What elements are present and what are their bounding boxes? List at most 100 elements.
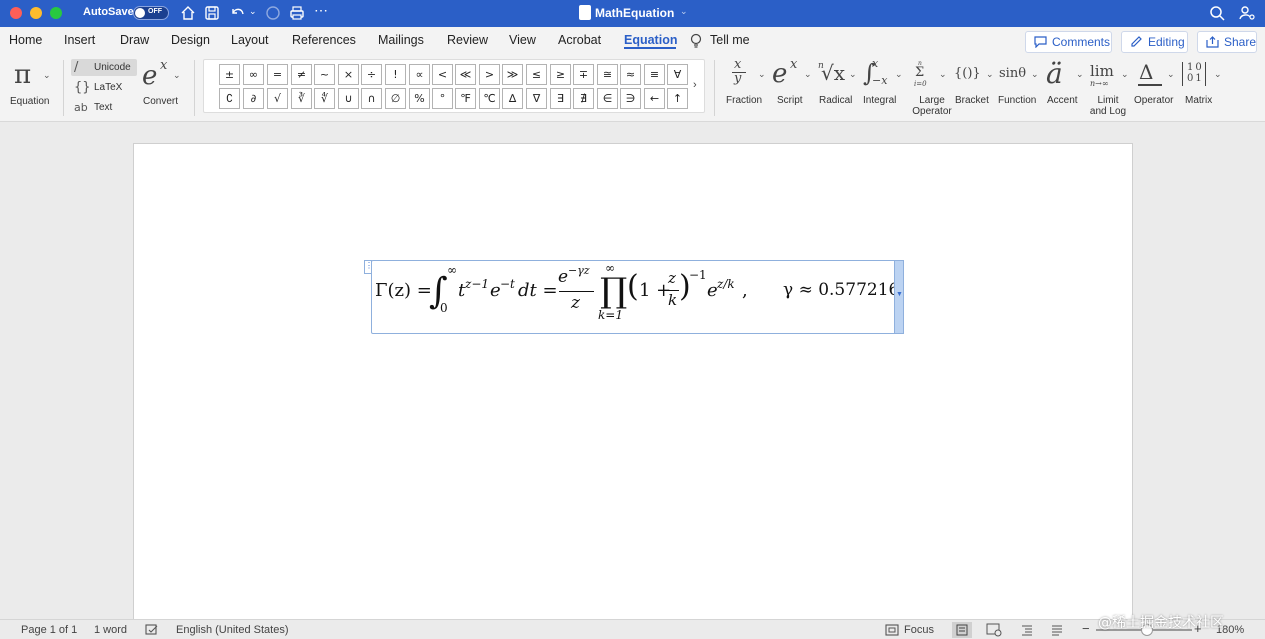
insert-equation-button[interactable]: π ⌄ Equation bbox=[6, 58, 56, 118]
large-operator-button[interactable]: n Σ i=0 ⌄ Large Operator bbox=[906, 57, 952, 117]
editing-button[interactable]: Editing bbox=[1121, 31, 1188, 53]
symbol-up-arrow[interactable]: ↑ bbox=[667, 88, 688, 109]
convert-button[interactable]: e x ⌄ Convert bbox=[139, 58, 189, 118]
symbol-fourth-root[interactable]: ∜ bbox=[314, 88, 335, 109]
symbol-identical[interactable]: ≡ bbox=[644, 64, 665, 85]
tab-review[interactable]: Review bbox=[447, 33, 488, 47]
symbol-greater-equal[interactable]: ≥ bbox=[550, 64, 571, 85]
equation-options-handle[interactable]: ▼ bbox=[894, 260, 904, 334]
symbol-square-root[interactable]: √ bbox=[267, 88, 288, 109]
integral-chevron-down-icon[interactable]: ⌄ bbox=[895, 69, 903, 80]
limit-chevron-down-icon[interactable]: ⌄ bbox=[1121, 69, 1129, 80]
symbol-divide[interactable]: ÷ bbox=[361, 64, 382, 85]
symbol-minus-plus[interactable]: ∓ bbox=[573, 64, 594, 85]
symbol-cube-root[interactable]: ∛ bbox=[291, 88, 312, 109]
function-button[interactable]: sinθ ⌄ Function bbox=[996, 57, 1042, 117]
tab-insert[interactable]: Insert bbox=[64, 33, 95, 47]
symbol-equals[interactable]: = bbox=[267, 64, 288, 85]
symbol-element-of[interactable]: ∈ bbox=[597, 88, 618, 109]
script-chevron-down-icon[interactable]: ⌄ bbox=[804, 69, 812, 80]
autosave-toggle[interactable]: OFF bbox=[133, 6, 169, 20]
tab-tell-me[interactable]: Tell me bbox=[710, 33, 750, 47]
tab-layout[interactable]: Layout bbox=[231, 33, 269, 47]
comments-button[interactable]: Comments bbox=[1025, 31, 1112, 53]
symbol-fahrenheit[interactable]: ℉ bbox=[455, 88, 476, 109]
symbol-nabla[interactable]: ∇ bbox=[526, 88, 547, 109]
proofing-icon[interactable] bbox=[145, 624, 159, 636]
equation-chevron-down-icon[interactable]: ⌄ bbox=[43, 70, 51, 81]
bracket-button[interactable]: {()} ⌄ Bracket bbox=[952, 57, 996, 117]
accent-button[interactable]: ä ⌄ Accent bbox=[1043, 57, 1087, 117]
symbol-not-equal[interactable]: ≠ bbox=[291, 64, 312, 85]
title-chevron-down-icon[interactable]: ⌄ bbox=[680, 6, 688, 17]
symbol-factorial[interactable]: ! bbox=[385, 64, 406, 85]
document-title[interactable]: MathEquation bbox=[595, 6, 674, 20]
zoom-out-icon[interactable]: − bbox=[1082, 621, 1090, 636]
outline-view-icon[interactable] bbox=[1020, 623, 1034, 637]
convert-chevron-down-icon[interactable]: ⌄ bbox=[173, 70, 181, 81]
tab-home[interactable]: Home bbox=[9, 33, 42, 47]
minimize-window-button[interactable] bbox=[30, 7, 42, 19]
symbol-much-less[interactable]: ≪ bbox=[455, 64, 476, 85]
symbol-proportional[interactable]: ∝ bbox=[409, 64, 430, 85]
accent-chevron-down-icon[interactable]: ⌄ bbox=[1076, 69, 1084, 80]
bracket-chevron-down-icon[interactable]: ⌄ bbox=[986, 69, 994, 80]
symbol-contains[interactable]: ∋ bbox=[620, 88, 641, 109]
function-chevron-down-icon[interactable]: ⌄ bbox=[1031, 69, 1039, 80]
symbol-percent[interactable]: % bbox=[409, 88, 430, 109]
share-button[interactable]: Share bbox=[1197, 31, 1257, 53]
symbol-infinity[interactable]: ∞ bbox=[243, 64, 264, 85]
limit-and-log-button[interactable]: lim n→∞ ⌄ Limit and Log bbox=[1087, 57, 1133, 121]
symbol-approx[interactable]: ≈ bbox=[620, 64, 641, 85]
operator-chevron-down-icon[interactable]: ⌄ bbox=[1167, 69, 1175, 80]
tab-equation[interactable]: Equation bbox=[624, 33, 677, 47]
save-icon[interactable] bbox=[203, 4, 221, 22]
symbol-celsius[interactable]: ℃ bbox=[479, 88, 500, 109]
matrix-button[interactable]: 10 01 ⌄ Matrix bbox=[1179, 57, 1225, 117]
language-status[interactable]: English (United States) bbox=[176, 624, 289, 636]
radical-chevron-down-icon[interactable]: ⌄ bbox=[849, 69, 857, 80]
tab-references[interactable]: References bbox=[292, 33, 356, 47]
symbol-for-all[interactable]: ∀ bbox=[667, 64, 688, 85]
symbol-intersection[interactable]: ∩ bbox=[361, 88, 382, 109]
latex-format-option[interactable]: {} LaTeX bbox=[71, 79, 137, 96]
redo-icon[interactable] bbox=[264, 4, 282, 22]
large-operator-chevron-down-icon[interactable]: ⌄ bbox=[939, 69, 947, 80]
symbol-left-arrow[interactable]: ← bbox=[644, 88, 665, 109]
operator-button[interactable]: Δ ⌄ Operator bbox=[1133, 57, 1179, 117]
symbols-more-chevron-icon[interactable]: › bbox=[693, 79, 697, 91]
home-icon[interactable] bbox=[179, 4, 197, 22]
symbol-increment[interactable]: ∆ bbox=[502, 88, 523, 109]
symbol-tilde[interactable]: ~ bbox=[314, 64, 335, 85]
close-window-button[interactable] bbox=[10, 7, 22, 19]
symbol-congruent[interactable]: ≅ bbox=[597, 64, 618, 85]
focus-button[interactable]: Focus bbox=[904, 624, 934, 636]
integral-button[interactable]: ∫ x −x ⌄ Integral bbox=[860, 57, 906, 117]
radical-button[interactable]: n √x ⌄ Radical bbox=[816, 57, 860, 117]
symbol-degree[interactable]: ° bbox=[432, 88, 453, 109]
symbol-times[interactable]: × bbox=[338, 64, 359, 85]
symbol-not-exists[interactable]: ∄ bbox=[573, 88, 594, 109]
fraction-button[interactable]: x y ⌄ Fraction bbox=[722, 57, 768, 117]
search-icon[interactable] bbox=[1208, 4, 1226, 22]
symbol-greater-than[interactable]: > bbox=[479, 64, 500, 85]
page-count[interactable]: Page 1 of 1 bbox=[21, 624, 77, 636]
web-layout-view-icon[interactable] bbox=[986, 623, 1002, 637]
equation-box[interactable]: Γ(z) = ∫ ∞ 0 t z−1 e −t dt = e −γz z ∏ ∞… bbox=[371, 260, 899, 334]
symbol-complement[interactable]: ∁ bbox=[219, 88, 240, 109]
symbol-union[interactable]: ∪ bbox=[338, 88, 359, 109]
print-layout-view-icon[interactable] bbox=[952, 622, 972, 638]
fraction-chevron-down-icon[interactable]: ⌄ bbox=[758, 69, 766, 80]
word-count[interactable]: 1 word bbox=[94, 624, 127, 636]
tab-design[interactable]: Design bbox=[171, 33, 210, 47]
draft-view-icon[interactable] bbox=[1050, 623, 1064, 637]
symbol-much-greater[interactable]: ≫ bbox=[502, 64, 523, 85]
undo-icon[interactable] bbox=[228, 4, 246, 22]
more-options-icon[interactable]: ⋯ bbox=[314, 2, 332, 20]
symbol-empty-set[interactable]: ∅ bbox=[385, 88, 406, 109]
text-format-option[interactable]: ab Text bbox=[71, 99, 137, 116]
symbol-partial[interactable]: ∂ bbox=[243, 88, 264, 109]
tab-view[interactable]: View bbox=[509, 33, 536, 47]
symbol-less-than[interactable]: < bbox=[432, 64, 453, 85]
print-icon[interactable] bbox=[288, 4, 306, 22]
